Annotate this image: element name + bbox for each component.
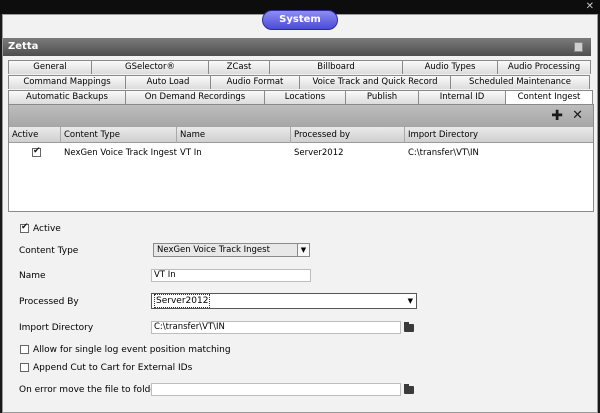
column-header-name[interactable]: Name xyxy=(177,127,291,143)
add-icon[interactable]: ✚ xyxy=(551,107,563,125)
list-toolbar: ✚ ✕ xyxy=(9,105,593,127)
single-log-label: Allow for single log event position matc… xyxy=(33,345,231,355)
panel-header: Zetta xyxy=(3,38,591,56)
single-log-checkbox[interactable] xyxy=(20,345,29,354)
tab-publish[interactable]: Publish xyxy=(345,90,419,104)
name-input[interactable]: VT In xyxy=(151,269,311,282)
import-directory-label: Import Directory xyxy=(19,323,94,333)
name-label: Name xyxy=(19,271,46,281)
row-content-type: NexGen Voice Track Ingest xyxy=(64,148,177,158)
content-type-select[interactable]: NexGen Voice Track Ingest ▼ xyxy=(153,243,310,257)
append-cut-checkbox[interactable] xyxy=(20,363,29,372)
tab-content-ingest[interactable]: Content Ingest xyxy=(505,90,593,104)
content-type-value: NexGen Voice Track Ingest xyxy=(157,245,270,255)
chevron-down-icon[interactable]: ▼ xyxy=(297,244,309,256)
tab-locations[interactable]: Locations xyxy=(264,90,346,104)
table-row[interactable]: ✔ NexGen Voice Track Ingest VT In Server… xyxy=(9,145,593,161)
row-name: VT In xyxy=(180,148,202,158)
check-icon: ✔ xyxy=(21,222,29,232)
tab-billboard[interactable]: Billboard xyxy=(269,60,403,74)
tab-automatic-backups[interactable]: Automatic Backups xyxy=(8,90,126,104)
tab-on-demand-recordings[interactable]: On Demand Recordings xyxy=(125,90,265,104)
on-error-folder-input[interactable] xyxy=(151,383,401,396)
tab-voice-track-and-quick-record[interactable]: Voice Track and Quick Record xyxy=(299,75,451,89)
processed-by-select[interactable]: Server2012 ▼ xyxy=(151,293,417,309)
import-directory-input[interactable]: C:\transfer\VT\IN xyxy=(151,321,401,334)
tab-row-1: General GSelector® ZCast Billboard Audio Typ… xyxy=(8,60,591,74)
tab-gselector[interactable]: GSelector® xyxy=(91,60,209,74)
processed-by-value: Server2012 xyxy=(154,294,211,308)
delete-icon[interactable]: ✕ xyxy=(572,107,583,125)
on-error-label: On error move the file to folder xyxy=(19,385,160,395)
folder-icon[interactable] xyxy=(404,322,414,332)
content-ingest-list: ✚ ✕ Active Content Type Name Processed b… xyxy=(8,104,594,212)
tab-audio-format[interactable]: Audio Format xyxy=(210,75,300,89)
row-processed-by: Server2012 xyxy=(294,148,344,158)
column-header-active[interactable]: Active xyxy=(9,127,61,143)
tab-audio-types[interactable]: Audio Types xyxy=(402,60,498,74)
tab-audio-processing[interactable]: Audio Processing xyxy=(497,60,591,74)
chevron-down-icon[interactable]: ▼ xyxy=(408,294,413,308)
check-icon: ✔ xyxy=(33,146,41,156)
tab-command-mappings[interactable]: Command Mappings xyxy=(8,75,126,89)
tab-internal-id[interactable]: Internal ID xyxy=(418,90,506,104)
content-type-label: Content Type xyxy=(19,246,79,256)
close-icon[interactable]: ✕ xyxy=(586,1,594,13)
column-header-processed-by[interactable]: Processed by xyxy=(291,127,405,143)
column-header-import-directory[interactable]: Import Directory xyxy=(405,127,593,143)
tab-row-2: Command Mappings Auto Load Audio Format Voi… xyxy=(8,75,590,89)
active-label: Active xyxy=(33,224,61,234)
tab-auto-load[interactable]: Auto Load xyxy=(125,75,211,89)
window-title: System xyxy=(262,10,338,30)
row-import-directory: C:\transfer\VT\IN xyxy=(408,148,479,158)
tab-zcast[interactable]: ZCast xyxy=(208,60,270,74)
tab-scheduled-maintenance[interactable]: Scheduled Maintenance xyxy=(450,75,590,89)
tab-row-3: Automatic Backups On Demand Recordings Loc… xyxy=(8,90,593,104)
active-checkbox[interactable]: ✔ xyxy=(20,222,29,233)
panel-title: Zetta xyxy=(8,41,39,52)
row-active-cell[interactable]: ✔ xyxy=(29,145,59,161)
processed-by-label: Processed By xyxy=(19,297,79,307)
detail-form: ✔ Active Content Type NexGen Voice Track… xyxy=(8,214,594,411)
append-cut-label: Append Cut to Cart for External IDs xyxy=(33,363,193,373)
tab-general[interactable]: General xyxy=(8,60,92,74)
grid-header: Active Content Type Name Processed by Im… xyxy=(9,127,593,143)
pin-icon[interactable] xyxy=(574,42,583,52)
folder-icon[interactable] xyxy=(404,384,414,394)
row-active-checkbox[interactable]: ✔ xyxy=(32,146,41,157)
column-header-content-type[interactable]: Content Type xyxy=(61,127,177,143)
